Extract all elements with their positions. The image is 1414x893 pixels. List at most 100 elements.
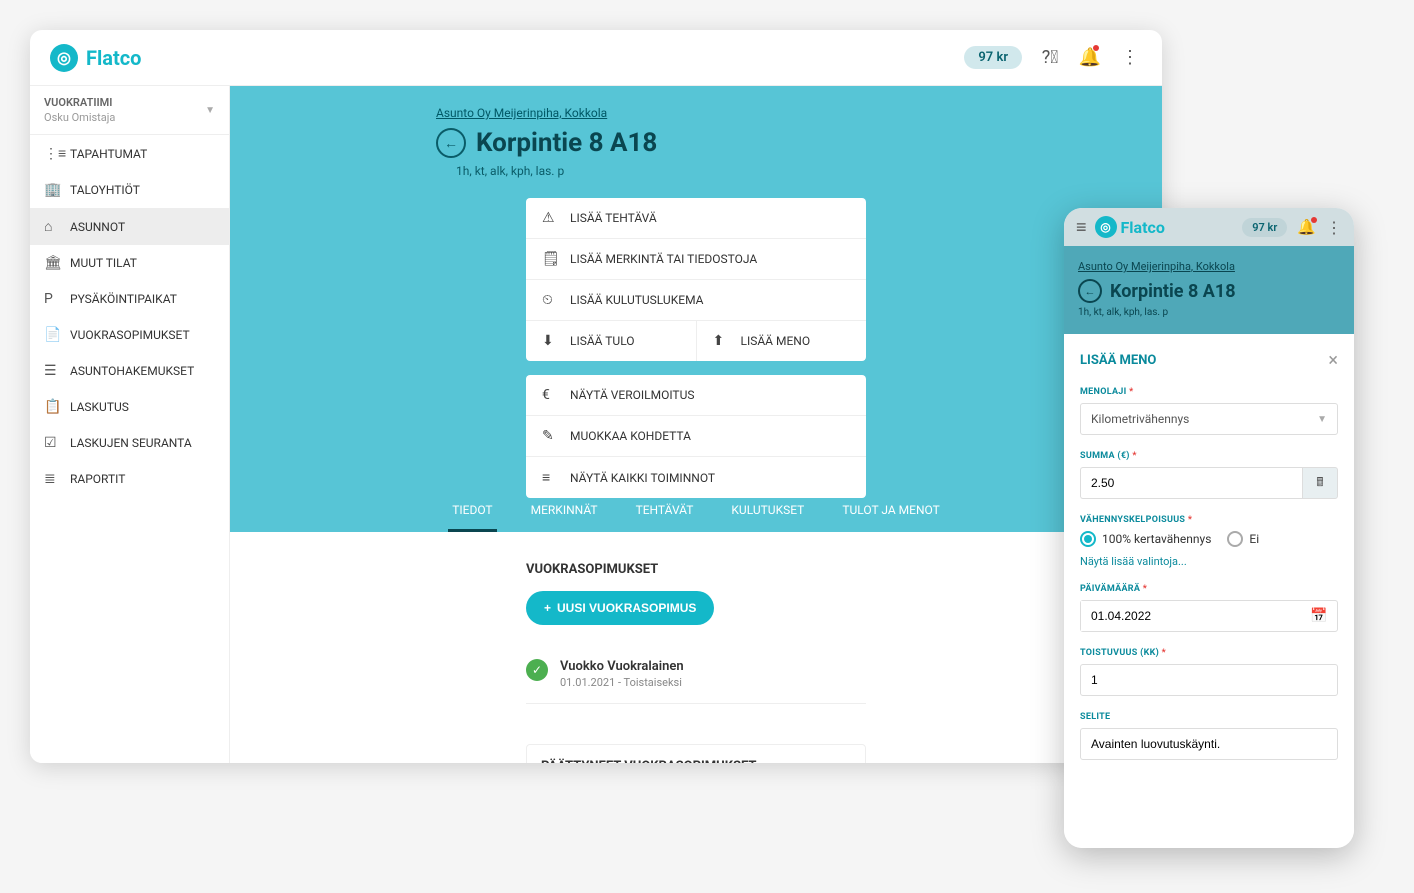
back-button[interactable]: ←: [436, 128, 466, 158]
nav-pysakointi[interactable]: PPYSÄKÖINTIPAIKAT: [30, 281, 229, 317]
tab-tulot-menot[interactable]: TULOT JA MENOT: [838, 491, 943, 532]
action-edit[interactable]: ✎MUOKKAA KOHDETTA: [526, 416, 866, 457]
label-type: MENOLAJI *: [1080, 387, 1338, 397]
bell-icon[interactable]: 🔔: [1078, 47, 1102, 68]
report-icon: ≣: [44, 471, 60, 487]
desktop-app-window: ◎ Flatco 97 kr ?⃝ 🔔 ⋮ VUOKRATIIMI Osku O…: [30, 30, 1162, 763]
calculator-icon[interactable]: 🖩: [1302, 467, 1338, 499]
section-leases-title: VUOKRASOPIMUKSET: [526, 562, 866, 577]
nav-laskutus[interactable]: 📋LASKUTUS: [30, 389, 229, 425]
notification-dot: [1311, 217, 1317, 223]
expense-type-select[interactable]: Kilometrivähennys▼: [1080, 403, 1338, 435]
action-card-primary: ⚠LISÄÄ TEHTÄVÄ 🗒LISÄÄ MERKINTÄ TAI TIEDO…: [526, 198, 866, 361]
action-add-note[interactable]: 🗒LISÄÄ MERKINTÄ TAI TIEDOSTOJA: [526, 239, 866, 280]
team-owner: Osku Omistaja: [44, 111, 115, 124]
tab-kulutukset[interactable]: KULUTUKSET: [727, 491, 808, 532]
apartment-subtitle: 1h, kt, alk, kph, las. p: [456, 164, 976, 178]
mobile-subtitle: 1h, kt, alk, kph, las. p: [1078, 307, 1340, 318]
currency-badge[interactable]: 97 kr: [964, 46, 1022, 69]
list-icon: ⋮≡: [44, 145, 60, 162]
mobile-bell-icon[interactable]: 🔔: [1297, 218, 1316, 236]
date-input[interactable]: [1081, 601, 1301, 631]
checklist-icon: ☑: [44, 435, 60, 451]
mobile-page-title: Korpintie 8 A18: [1110, 281, 1236, 302]
chevron-down-icon: ▼: [1317, 414, 1327, 425]
mobile-breadcrumb[interactable]: Asunto Oy Meijerinpiha, Kokkola: [1078, 260, 1340, 273]
label-deduct: VÄHENNYSKELPOISUUS *: [1080, 515, 1338, 525]
pencil-icon: ✎: [542, 428, 558, 444]
invoice-icon: 📋: [44, 399, 60, 415]
building2-icon: 🏛: [44, 255, 60, 271]
parking-icon: P: [44, 291, 60, 307]
team-title: VUOKRATIIMI: [44, 96, 115, 109]
description-input[interactable]: [1080, 728, 1338, 760]
mobile-back-button[interactable]: ←: [1078, 279, 1102, 303]
chevron-down-icon: ▼: [205, 105, 215, 116]
nav-laskujen-seuranta[interactable]: ☑LASKUJEN SEURANTA: [30, 425, 229, 461]
calendar-icon[interactable]: 📅: [1301, 601, 1337, 631]
nav-asunnot[interactable]: ⌂ASUNNOT: [30, 208, 229, 245]
nav-tapahtumat[interactable]: ⋮≡TAPAHTUMAT: [30, 135, 229, 172]
team-selector[interactable]: VUOKRATIIMI Osku Omistaja ▼: [30, 86, 229, 135]
tabs: TIEDOT MERKINNÄT TEHTÄVÄT KULUTUKSET TUL…: [230, 491, 1162, 532]
section-ended-title: PÄÄTTYNEET VUOKRASOPIMUKSET: [541, 759, 851, 763]
label-sum: SUMMA (€) *: [1080, 451, 1338, 461]
mobile-more-icon[interactable]: ⋮: [1326, 218, 1342, 237]
check-icon: ✓: [526, 659, 548, 681]
action-add-reading[interactable]: ⏲LISÄÄ KULUTUSLUKEMA: [526, 280, 866, 321]
logo-text: Flatco: [86, 46, 141, 70]
sum-input[interactable]: [1080, 467, 1302, 499]
home-icon: ⌂: [44, 218, 60, 235]
repeat-input[interactable]: [1080, 664, 1338, 696]
new-lease-button[interactable]: +UUSI VUOKRASOPIMUS: [526, 591, 714, 625]
main-content: Asunto Oy Meijerinpiha, Kokkola ← Korpin…: [230, 86, 1162, 763]
hamburger-icon[interactable]: ≡: [1076, 217, 1087, 238]
page-title: Korpintie 8 A18: [476, 128, 657, 158]
mobile-header: ≡ ◎Flatco 97 kr 🔔 ⋮: [1064, 208, 1354, 246]
building-icon: 🏢: [44, 182, 60, 198]
show-more-options[interactable]: Näytä lisää valintoja...: [1080, 555, 1338, 568]
tab-tehtavat[interactable]: TEHTÄVÄT: [632, 491, 698, 532]
action-add-task[interactable]: ⚠LISÄÄ TEHTÄVÄ: [526, 198, 866, 239]
menu-icon: ≡: [542, 469, 558, 486]
logo[interactable]: ◎ Flatco: [50, 44, 141, 72]
action-card-secondary: €NÄYTÄ VEROILMOITUS ✎MUOKKAA KOHDETTA ≡N…: [526, 375, 866, 498]
close-icon[interactable]: ×: [1328, 350, 1338, 371]
action-tax[interactable]: €NÄYTÄ VEROILMOITUS: [526, 375, 866, 416]
breadcrumb[interactable]: Asunto Oy Meijerinpiha, Kokkola: [436, 106, 756, 120]
logo-icon: ◎: [1095, 216, 1117, 238]
plus-icon: +: [544, 601, 551, 615]
label-repeat: TOISTUVUUS (KK) *: [1080, 648, 1338, 658]
topbar: ◎ Flatco 97 kr ?⃝ 🔔 ⋮: [30, 30, 1162, 86]
notification-dot: [1093, 45, 1099, 51]
logo-icon: ◎: [50, 44, 78, 72]
tab-content: VUOKRASOPIMUKSET +UUSI VUOKRASOPIMUS ✓ V…: [230, 532, 1162, 763]
form-title: LISÄÄ MENO: [1080, 353, 1156, 368]
lease-tenant-name: Vuokko Vuokralainen: [560, 659, 684, 674]
expense-form: LISÄÄ MENO × MENOLAJI * Kilometrivähenny…: [1064, 334, 1354, 848]
mobile-apartment-header: Asunto Oy Meijerinpiha, Kokkola ← Korpin…: [1064, 246, 1354, 334]
nav-raportit[interactable]: ≣RAPORTIT: [30, 461, 229, 497]
mobile-currency-badge[interactable]: 97 kr: [1242, 218, 1287, 237]
action-add-income[interactable]: ⬇LISÄÄ TULO: [526, 321, 697, 361]
euro-icon: €: [542, 387, 558, 403]
income-icon: ⬇: [542, 333, 558, 349]
nav-taloyhtiot[interactable]: 🏢TALOYHTIÖT: [30, 172, 229, 208]
sidebar: VUOKRATIIMI Osku Omistaja ▼ ⋮≡TAPAHTUMAT…: [30, 86, 230, 763]
radio-no-deduction[interactable]: Ei: [1227, 531, 1259, 547]
form-icon: ☰: [44, 363, 60, 379]
radio-full-deduction[interactable]: 100% kertavähennys: [1080, 531, 1211, 547]
topbar-actions: 97 kr ?⃝ 🔔 ⋮: [964, 46, 1142, 69]
nav-asuntohakemukset[interactable]: ☰ASUNTOHAKEMUKSET: [30, 353, 229, 389]
nav-vuokrasopimukset[interactable]: 📄VUOKRASOPIMUKSET: [30, 317, 229, 353]
action-add-expense[interactable]: ⬆LISÄÄ MENO: [697, 321, 867, 361]
mobile-logo[interactable]: ◎Flatco: [1095, 216, 1165, 238]
tab-merkinnat[interactable]: MERKINNÄT: [527, 491, 602, 532]
lease-item[interactable]: ✓ Vuokko Vuokralainen 01.01.2021 - Toist…: [526, 645, 866, 704]
nav-muut-tilat[interactable]: 🏛MUUT TILAT: [30, 245, 229, 281]
mobile-app-window: ≡ ◎Flatco 97 kr 🔔 ⋮ Asunto Oy Meijerinpi…: [1064, 208, 1354, 848]
more-icon[interactable]: ⋮: [1118, 47, 1142, 68]
help-icon[interactable]: ?⃝: [1038, 47, 1062, 68]
tab-tiedot[interactable]: TIEDOT: [448, 491, 496, 532]
body: VUOKRATIIMI Osku Omistaja ▼ ⋮≡TAPAHTUMAT…: [30, 86, 1162, 763]
